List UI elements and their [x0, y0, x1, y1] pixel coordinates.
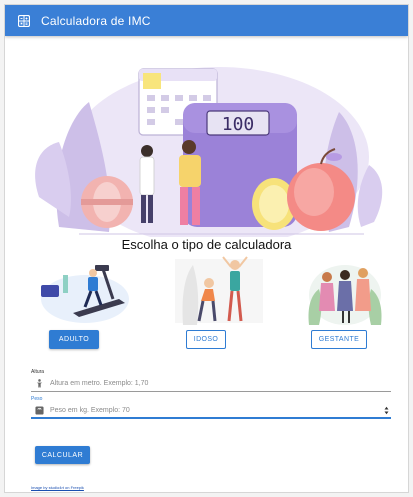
- calculator-icon: [18, 14, 30, 27]
- category-button-gestante[interactable]: GESTANTE: [311, 330, 367, 349]
- app-window: Calculadora de IMC 100 Escolha o tipo de…: [4, 4, 409, 493]
- height-input-placeholder: Altura em metro. Exemplo: 1,70: [50, 380, 149, 387]
- page-heading: Escolha o tipo de calculadora: [121, 237, 292, 252]
- pregnant-women-illustration: [308, 265, 382, 325]
- elderly-exercise-illustration: [175, 256, 263, 325]
- category-button-idoso[interactable]: IDOSO: [186, 330, 226, 349]
- hero-illustration: 100: [35, 67, 383, 237]
- treadmill-illustration: [41, 265, 129, 323]
- category-button-adulto[interactable]: ADULTO: [49, 330, 99, 349]
- image-credit-link[interactable]: Image by studio4rt on Freepik: [31, 485, 84, 490]
- weight-field[interactable]: Peso em kg. Exemplo: 70: [31, 403, 391, 419]
- app-bar: Calculadora de IMC: [5, 5, 408, 36]
- calculate-button[interactable]: CALCULAR: [35, 446, 90, 464]
- weight-input-placeholder: Peso em kg. Exemplo: 70: [50, 406, 130, 414]
- height-field[interactable]: Altura em metro. Exemplo: 1,70: [31, 376, 391, 392]
- number-spinner-icon[interactable]: [384, 406, 389, 415]
- height-field-label: Altura: [31, 369, 45, 375]
- scale-icon: [35, 405, 44, 415]
- app-title: Calculadora de IMC: [41, 13, 151, 28]
- person-height-icon: [36, 379, 43, 388]
- weight-field-label: Peso: [31, 396, 43, 402]
- scale-display-value: 100: [222, 114, 255, 135]
